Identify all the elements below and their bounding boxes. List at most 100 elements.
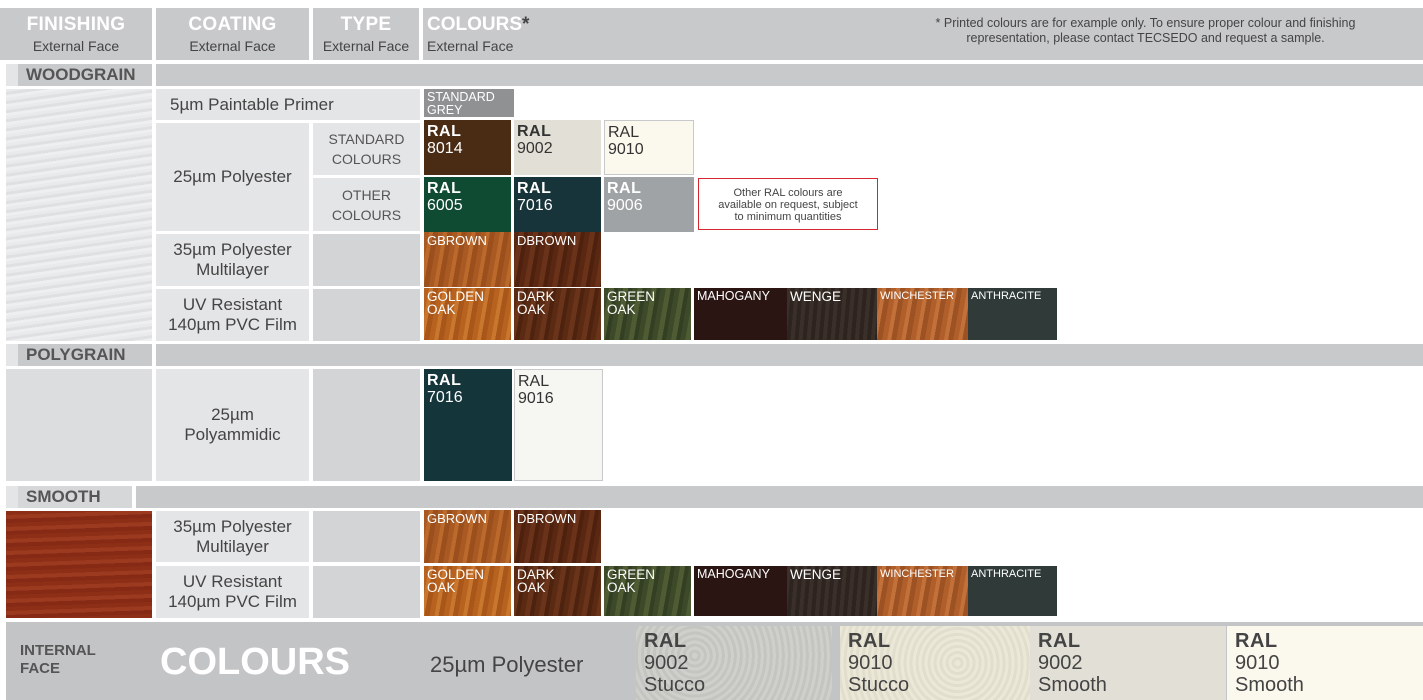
swatch-gbrown[interactable]: GBROWN [424, 232, 511, 287]
footer-colours-title: COLOURS [160, 641, 350, 683]
type-standard-line2: COLOURS [331, 151, 402, 167]
swatch-smooth-wenge[interactable]: WENGE [787, 566, 877, 616]
polygrain-coating: 25µm Polyammidic [156, 369, 309, 481]
swatch-dark-oak[interactable]: DARK OAK [514, 288, 601, 340]
smooth-label: SMOOTH [6, 486, 132, 508]
swatch-polygrain-ral-7016[interactable]: RAL 7016 [424, 369, 512, 481]
swatch-ral-7016[interactable]: RAL 7016 [514, 177, 601, 232]
smooth-pvc-type [313, 566, 420, 618]
swatch-internal-9002-stucco[interactable]: RAL 9002 Stucco [636, 626, 832, 700]
swatch-smooth-winchester[interactable]: WINCHESTER [877, 566, 968, 616]
header-coating-title: COATING [188, 14, 277, 35]
swatch-internal-9002-stucco-prefix: RAL [644, 630, 687, 652]
woodgrain-pvc-line2: 140µm PVC Film [168, 315, 297, 334]
swatch-ral-9010-code: 9010 [608, 141, 644, 158]
smooth-pvc-line1: UV Resistant [182, 572, 283, 591]
header-type-sub: External Face [322, 38, 410, 54]
swatch-smooth-green-oak-line2: OAK [607, 580, 636, 595]
swatch-internal-9010-smooth-prefix: RAL [1235, 630, 1278, 652]
woodgrain-multilayer-line1: 35µm Polyester [173, 240, 292, 259]
swatch-ral-9006[interactable]: RAL 9006 [604, 177, 694, 232]
header-note: * Printed colours are for example only. … [873, 16, 1418, 46]
header-type: TYPE External Face [313, 8, 419, 60]
header-colours-title-wrap: COLOURS* [427, 14, 529, 36]
woodgrain-pvc-line1: UV Resistant [182, 295, 283, 314]
header-finishing: FINISHING External Face [0, 8, 152, 60]
swatch-dbrown[interactable]: DBROWN [514, 232, 601, 287]
swatch-golden-oak-line2: OAK [427, 302, 456, 317]
swatch-polygrain-ral-9016[interactable]: RAL 9016 [514, 369, 603, 481]
swatch-internal-9010-stucco[interactable]: RAL 9010 Stucco [840, 626, 1036, 700]
type-other-line2: COLOURS [331, 206, 402, 223]
swatch-ral-9010-prefix: RAL [608, 124, 640, 141]
smooth-bar [136, 486, 1423, 508]
swatch-smooth-dark-oak[interactable]: DARK OAK [514, 566, 601, 616]
header-colours-asterisk: * [522, 14, 530, 35]
swatch-internal-9002-stucco-finish: Stucco [644, 674, 706, 696]
internal-face-label: INTERNAL FACE [20, 642, 96, 678]
swatch-smooth-mahogany[interactable]: MAHOGANY [694, 566, 787, 616]
header-note-line2: representation, please contact TECSEDO a… [966, 31, 1325, 45]
woodgrain-multilayer-coating: 35µm Polyester Multilayer [156, 234, 309, 286]
swatch-smooth-anthracite[interactable]: ANTHRACITE [968, 566, 1057, 616]
swatch-smooth-golden-oak[interactable]: GOLDEN OAK [424, 566, 511, 616]
internal-face-line1: INTERNAL [20, 642, 96, 659]
swatch-internal-9010-stucco-finish: Stucco [848, 674, 910, 696]
woodgrain-label: WOODGRAIN [6, 64, 152, 86]
type-other-colours: OTHER COLOURS [313, 178, 420, 231]
swatch-ral-6005-prefix: RAL [427, 180, 462, 197]
swatch-internal-9010-stucco-prefix: RAL [848, 630, 891, 652]
swatch-ral-8014-prefix: RAL [427, 123, 462, 140]
header-finishing-title: FINISHING [26, 14, 126, 35]
smooth-multilayer-line1: 35µm Polyester [173, 516, 292, 536]
woodgrain-primer-coating: 5µm Paintable Primer [156, 89, 420, 120]
woodgrain-bar [156, 64, 1423, 86]
smooth-pvc-line2: 140µm PVC Film [168, 592, 297, 611]
polygrain-coating-line1: 25µm [211, 405, 254, 424]
swatch-ral-8014-code: 8014 [427, 140, 463, 157]
swatch-green-oak[interactable]: GREEN OAK [604, 288, 691, 340]
polygrain-coating-line2: Polyammidic [184, 425, 281, 444]
swatch-internal-9002-smooth[interactable]: RAL 9002 Smooth [1030, 626, 1226, 700]
woodgrain-texture [6, 89, 152, 341]
swatch-winchester[interactable]: WINCHESTER [877, 288, 968, 340]
swatch-internal-9002-stucco-code: 9002 [644, 652, 689, 674]
woodgrain-multilayer-type [313, 234, 420, 286]
swatch-internal-9010-smooth[interactable]: RAL 9010 Smooth [1227, 626, 1423, 700]
swatch-standard-grey-line2: GREY [427, 103, 463, 117]
swatch-wenge[interactable]: WENGE [787, 288, 877, 340]
swatch-internal-9002-smooth-prefix: RAL [1038, 630, 1081, 652]
swatch-green-oak-line2: OAK [607, 302, 636, 317]
swatch-internal-9010-stucco-code: 9010 [848, 652, 893, 674]
swatch-ral-7016-code: 7016 [517, 197, 553, 214]
header-colours: COLOURS* External Face * Printed colours… [423, 8, 1423, 60]
swatch-standard-grey[interactable]: STANDARD GREY [424, 89, 514, 117]
swatch-internal-9002-smooth-code: 9002 [1038, 652, 1083, 674]
swatch-smooth-dark-oak-line2: OAK [517, 580, 546, 595]
woodgrain-polyester-coating: 25µm Polyester [156, 123, 309, 231]
swatch-smooth-green-oak[interactable]: GREEN OAK [604, 566, 691, 616]
header-note-line1: * Printed colours are for example only. … [935, 16, 1356, 30]
swatch-anthracite[interactable]: ANTHRACITE [968, 288, 1057, 340]
woodgrain-pvc-type [313, 289, 420, 341]
swatch-mahogany[interactable]: MAHOGANY [694, 288, 787, 340]
swatch-ral-9002[interactable]: RAL 9002 [514, 120, 601, 175]
swatch-ral-9010[interactable]: RAL 9010 [604, 120, 694, 175]
swatch-ral-7016-prefix: RAL [517, 180, 552, 197]
swatch-internal-9010-smooth-finish: Smooth [1235, 674, 1304, 696]
header-type-title: TYPE [340, 14, 392, 35]
smooth-multilayer-line2: Multilayer [196, 536, 269, 556]
smooth-multilayer-type [313, 511, 420, 562]
swatch-dark-oak-line2: OAK [517, 302, 546, 317]
smooth-multilayer-coating: 35µm Polyester Multilayer [156, 511, 309, 562]
smooth-texture [6, 511, 152, 618]
swatch-ral-8014[interactable]: RAL 8014 [424, 120, 511, 175]
swatch-polygrain-7016-prefix: RAL [427, 372, 462, 389]
header-finishing-sub: External Face [32, 38, 120, 54]
swatch-ral-9002-prefix: RAL [517, 123, 552, 140]
swatch-golden-oak[interactable]: GOLDEN OAK [424, 288, 511, 340]
swatch-smooth-dbrown[interactable]: DBROWN [514, 510, 601, 563]
swatch-ral-6005[interactable]: RAL 6005 [424, 177, 511, 232]
swatch-internal-9010-smooth-code: 9010 [1235, 652, 1280, 674]
swatch-smooth-gbrown[interactable]: GBROWN [424, 510, 511, 563]
